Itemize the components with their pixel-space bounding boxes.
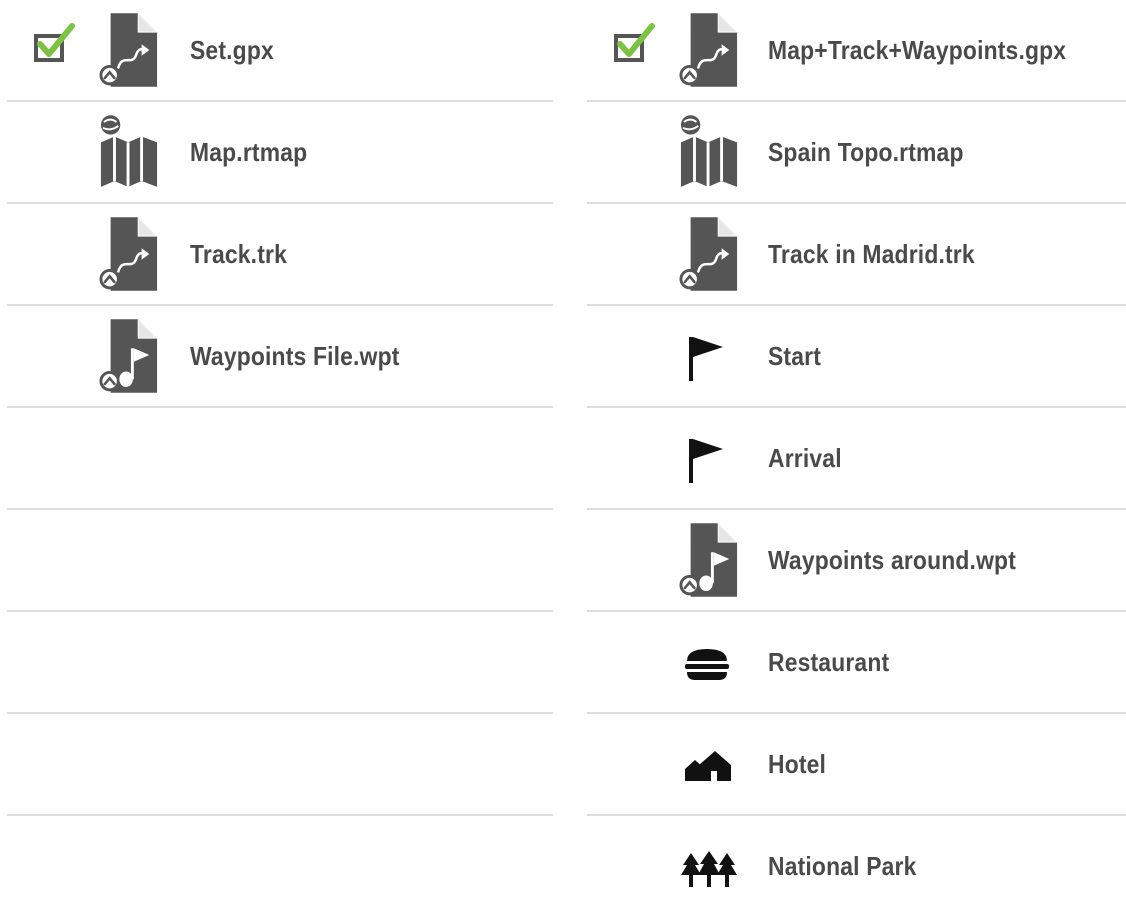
map-file-icon	[99, 112, 159, 192]
map-file-icon	[679, 112, 739, 192]
list-item-label: Track.trk	[190, 239, 287, 269]
list-item-label: Map.rtmap	[190, 137, 308, 167]
list-item-label: Waypoints File.wpt	[190, 341, 400, 371]
checkbox-checked-icon[interactable]	[614, 23, 658, 64]
list-item-label: Waypoints around.wpt	[768, 545, 1016, 575]
houses-icon	[679, 747, 739, 787]
left-file-list: Set.gpx Map.rtmap Track.trk Waypoints Fi…	[7, 0, 553, 816]
waypoints-file-icon	[679, 520, 739, 600]
route-file-icon	[679, 214, 739, 294]
flag-icon	[679, 337, 739, 381]
right-file-list: Map+Track+Waypoints.gpx Spain Topo.rtmap…	[587, 0, 1126, 918]
list-item[interactable]: Hotel	[587, 714, 1126, 816]
waypoints-file-icon	[99, 316, 159, 396]
list-item[interactable]: Spain Topo.rtmap	[587, 102, 1126, 204]
empty-list-row	[7, 510, 553, 612]
checkbox-checked-icon[interactable]	[34, 23, 78, 64]
empty-list-row	[7, 612, 553, 714]
route-file-icon	[99, 10, 159, 90]
flag-icon	[679, 439, 739, 483]
list-item-label: Start	[768, 341, 822, 371]
list-item[interactable]: National Park	[587, 816, 1126, 918]
list-item[interactable]: Waypoints File.wpt	[7, 306, 553, 408]
empty-list-row	[7, 714, 553, 816]
list-item[interactable]: Set.gpx	[7, 0, 553, 102]
list-item-label: Set.gpx	[190, 35, 274, 65]
list-item[interactable]: Map.rtmap	[7, 102, 553, 204]
list-item-label: Arrival	[768, 443, 842, 473]
list-item[interactable]: Map+Track+Waypoints.gpx	[587, 0, 1126, 102]
list-item-label: Spain Topo.rtmap	[768, 137, 964, 167]
route-file-icon	[679, 10, 739, 90]
list-item[interactable]: Track in Madrid.trk	[587, 204, 1126, 306]
list-item-label: National Park	[768, 851, 917, 881]
trees-icon	[679, 849, 739, 889]
list-item[interactable]: Track.trk	[7, 204, 553, 306]
empty-list-row	[7, 408, 553, 510]
list-item-label: Track in Madrid.trk	[768, 239, 975, 269]
list-item-label: Hotel	[768, 749, 827, 779]
burger-icon	[679, 645, 739, 685]
list-item-label: Map+Track+Waypoints.gpx	[768, 35, 1067, 65]
list-item[interactable]: Restaurant	[587, 612, 1126, 714]
list-item[interactable]: Arrival	[587, 408, 1126, 510]
list-item-label: Restaurant	[768, 647, 890, 677]
list-item[interactable]: Start	[587, 306, 1126, 408]
list-item[interactable]: Waypoints around.wpt	[587, 510, 1126, 612]
route-file-icon	[99, 214, 159, 294]
